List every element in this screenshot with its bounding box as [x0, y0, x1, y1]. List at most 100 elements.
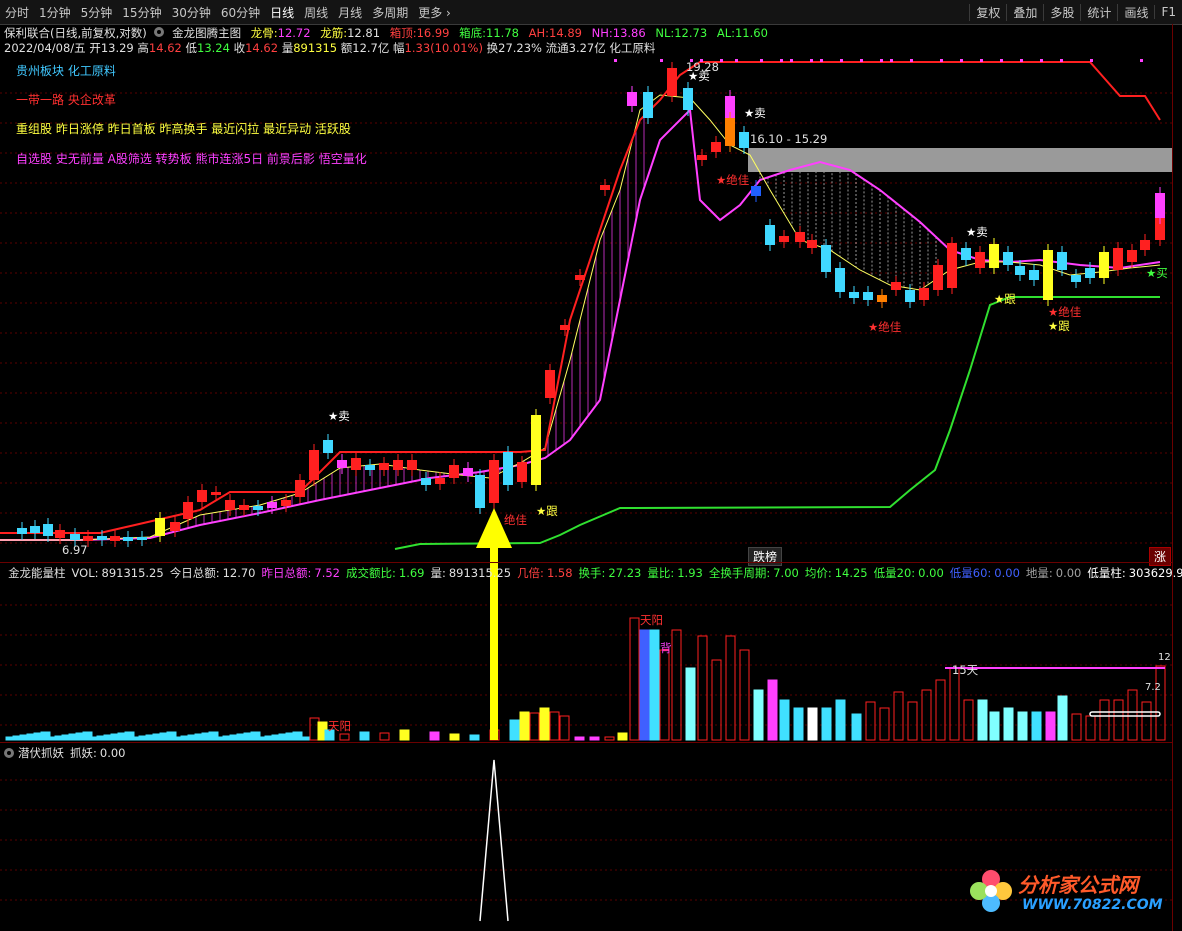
- candle-body: [877, 295, 887, 302]
- top-dot: [910, 59, 913, 62]
- candle-body: [891, 282, 901, 290]
- volume-bar: [1045, 711, 1056, 741]
- vol-item-value: 14.25: [834, 566, 868, 580]
- fall-rank-badge[interactable]: 跌榜: [748, 547, 783, 566]
- volume-bar: [509, 719, 520, 741]
- vol-item-value: 27.23: [608, 566, 642, 580]
- top-dot: [614, 59, 617, 62]
- low-label: 低: [185, 41, 198, 55]
- sell-mark-4: ★卖: [966, 225, 988, 239]
- vol-item-label: 低量60:: [949, 566, 992, 580]
- volume-bar: [1099, 699, 1110, 741]
- ind-value: 0.00: [99, 746, 126, 760]
- candle-body: [225, 500, 235, 510]
- vol-panel-header: 金龙能量柱 VOL: 891315.25 今日总额: 12.70 昨日总额: 7.52 成交…: [0, 565, 1182, 581]
- volume-bar: [963, 699, 974, 741]
- candle-body: [821, 245, 831, 272]
- ah-label: AH:: [528, 26, 550, 40]
- vol-panel-name[interactable]: 金龙能量柱: [8, 565, 66, 581]
- candle-body: [463, 468, 473, 476]
- vol-label: 量: [281, 41, 294, 55]
- top-dot: [1040, 59, 1043, 62]
- candle-body: [435, 478, 445, 484]
- indicator-name[interactable]: 金龙图腾主图: [172, 26, 241, 40]
- longgu-label: 龙骨:: [250, 26, 278, 40]
- candle-body: [123, 537, 133, 541]
- top-dot: [960, 59, 963, 62]
- ind-panel-header: 潜伏抓妖 抓妖: 0.00: [0, 745, 1172, 761]
- flower-icon: [970, 870, 1012, 912]
- vol-item-label: VOL:: [71, 566, 99, 580]
- candle-body: [323, 440, 333, 453]
- candle-body: [807, 240, 817, 248]
- candle-body: [919, 288, 929, 300]
- gen-mark-1: ★跟: [536, 504, 558, 518]
- box-range-label: 16.10 - 15.29: [750, 132, 828, 146]
- gen-mark-3: ★跟: [1048, 319, 1070, 333]
- volume-bar: [539, 707, 550, 741]
- jiajia-mark-4: 绝佳: [504, 513, 527, 527]
- high: 14.62: [148, 41, 182, 55]
- volume-bar: [1141, 701, 1152, 741]
- candle-body: [155, 518, 165, 536]
- vol-item-value: 0.00: [1055, 566, 1082, 580]
- candle-body: [309, 450, 319, 480]
- volume-bar: [851, 713, 862, 741]
- longgu-value: 12.72: [277, 26, 311, 40]
- volume-bar: [1031, 711, 1042, 741]
- candle-body: [393, 460, 403, 470]
- volume-bar: [865, 701, 876, 741]
- tian15-label: 15天: [952, 663, 979, 677]
- nh-value: 13.86: [612, 26, 646, 40]
- vol-item-label: 均价:: [804, 566, 832, 580]
- sell-mark-1: ★卖: [328, 409, 350, 423]
- watermark-line-1: 分析家公式网: [1018, 873, 1138, 897]
- volume-bar: [821, 707, 832, 741]
- volume-bar: [879, 707, 890, 741]
- volume-bars: [5, 617, 1166, 741]
- candle-body: [600, 185, 610, 190]
- volume-bar: [1003, 707, 1014, 741]
- top-dot: [940, 59, 943, 62]
- candle-body: [70, 534, 80, 540]
- top-dot: [1060, 59, 1063, 62]
- top-dot: [660, 59, 663, 62]
- candle-body: [933, 265, 943, 290]
- nl-value: 12.73: [674, 26, 708, 40]
- xiangdi-value: 11.78: [486, 26, 519, 40]
- candle-body: [947, 243, 957, 288]
- settings-icon[interactable]: [154, 27, 165, 37]
- top-dot: [1000, 59, 1003, 62]
- candle-body: [1043, 250, 1053, 300]
- al-value: 11.60: [734, 26, 768, 40]
- rise-badge[interactable]: 涨: [1149, 547, 1172, 566]
- candle-body: [197, 490, 207, 502]
- arrow-group: [476, 508, 512, 740]
- candle-body: [211, 492, 221, 495]
- longjin-label: 龙筋:: [320, 26, 348, 40]
- volume-bar: [1085, 715, 1096, 741]
- settings-icon[interactable]: [4, 748, 14, 758]
- vol-item-label: 昨日总额:: [261, 566, 312, 580]
- candle-body: [1140, 240, 1150, 250]
- candle-body: [97, 536, 107, 540]
- ind-panel-name[interactable]: 潜伏抓妖: [18, 745, 64, 761]
- tianyang-label-2: 天阳: [640, 613, 663, 627]
- candle-body: [503, 452, 513, 485]
- top-dot: [820, 59, 823, 62]
- top-dot: [780, 59, 783, 62]
- kline-chart[interactable]: [0, 0, 1182, 931]
- volume-bar: [299, 736, 310, 741]
- candle-body: [667, 68, 677, 96]
- top-dot: [880, 59, 883, 62]
- candle-body: [725, 118, 735, 146]
- vol-item-value: 891315.25: [448, 566, 512, 580]
- candle-body: [1003, 252, 1013, 265]
- volume-bar: [989, 711, 1000, 741]
- al-label: AL:: [716, 26, 735, 40]
- volume-bar: [685, 667, 696, 741]
- top-dot: [980, 59, 983, 62]
- candle-body: [1071, 275, 1081, 282]
- candle-body: [110, 536, 120, 541]
- watermark-logo: 分析家公式网 WWW.70822.COM: [966, 867, 1166, 919]
